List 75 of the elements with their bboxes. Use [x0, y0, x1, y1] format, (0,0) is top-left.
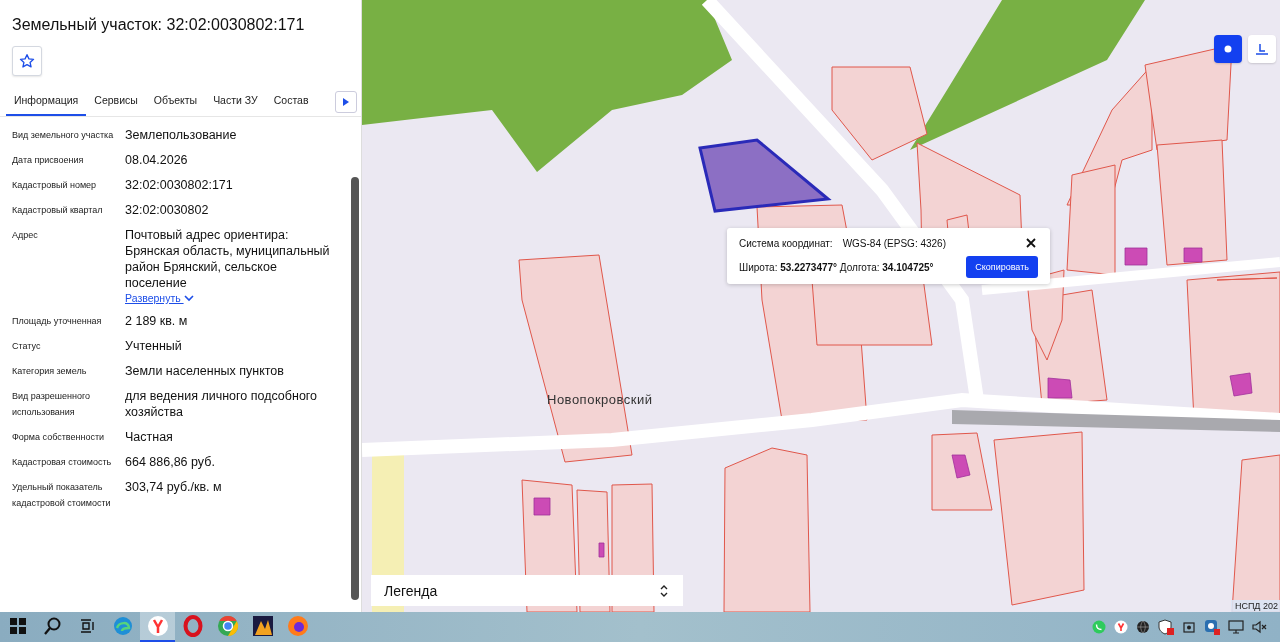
field-label: Адрес	[12, 229, 39, 242]
map-view[interactable]: Новопокровский Система координат: WGS-84 (EPSG: 4326) Широта: 53.2273477° Долгота: 34.104725° Скопировать Легенда НСПД 202	[362, 0, 1280, 612]
parcel-title: Земельный участок: 32:02:0030802:171	[12, 16, 306, 34]
tab[interactable]: Сервисы	[86, 88, 146, 116]
field-label: Удельный показатель кадастровой стоимости	[12, 481, 112, 510]
field-label: Вид разрешенного использования	[12, 390, 92, 419]
field-value: Почтовый адрес ориентира: Брянская область, муниципальный район Брянский, сельское поселение	[125, 227, 331, 291]
close-button[interactable]	[1024, 236, 1038, 250]
windows-icon	[9, 618, 26, 634]
tab[interactable]: Состав	[265, 88, 317, 116]
field-value: 664 886,86 руб.	[125, 454, 215, 470]
coordinates-text: Широта: 53.2273477° Долгота: 34.104725°	[739, 261, 934, 273]
y-logo-icon[interactable]	[1114, 620, 1128, 634]
field-value: 08.04.2026	[125, 152, 188, 168]
building	[951, 454, 971, 479]
muted-speaker-icon[interactable]	[1252, 620, 1268, 634]
field-label: Форма собственности	[12, 431, 106, 444]
scroll-tabs-button[interactable]	[335, 91, 357, 113]
yandex-taskbar-button[interactable]	[140, 612, 175, 642]
tab[interactable]: Объекты	[145, 88, 206, 116]
ring-icon	[182, 615, 203, 637]
building	[1183, 247, 1203, 263]
field-value: Учтенный	[125, 338, 182, 354]
building	[1124, 247, 1148, 266]
globe-icon[interactable]	[1136, 620, 1150, 634]
tab[interactable]: Информация	[6, 88, 87, 116]
field-label: Кадастровая стоимость	[12, 456, 113, 469]
caret-right-icon	[343, 98, 349, 106]
field-label: Площадь уточненная	[12, 315, 103, 328]
task-view-icon	[79, 618, 96, 634]
building	[598, 542, 605, 558]
chrome-icon	[216, 615, 239, 637]
camera-icon[interactable]	[1182, 620, 1196, 634]
monitor-icon[interactable]	[1228, 620, 1244, 634]
field-value: Землепользование	[125, 127, 237, 143]
field-value: Земли населенных пунктов	[125, 363, 284, 379]
chevron-down-icon	[183, 294, 194, 302]
expand-link[interactable]: Развернуть	[125, 292, 194, 304]
legend-dropdown[interactable]: Легенда	[371, 575, 683, 606]
star-icon	[19, 53, 35, 69]
locate-button[interactable]	[1214, 35, 1242, 63]
coordinate-system-label: Система координат:	[739, 237, 833, 249]
copy-button[interactable]: Скопировать	[966, 256, 1038, 278]
field-label: Вид земельного участка	[12, 129, 115, 142]
measure-button[interactable]	[1248, 35, 1276, 63]
swirl-icon	[112, 616, 133, 636]
shield-icon[interactable]	[1158, 619, 1174, 635]
app-tray-icon[interactable]	[1204, 619, 1220, 635]
search-icon	[43, 617, 62, 635]
map-attribution: НСПД 202	[1230, 600, 1280, 612]
place-label: Новопокровский	[547, 392, 653, 407]
ruler-icon	[1255, 43, 1269, 55]
sort-arrows-icon	[660, 584, 668, 597]
y-logo-icon	[146, 615, 169, 637]
field-label: Статус	[12, 340, 42, 353]
field-label: Категория земель	[12, 365, 88, 378]
dot-icon	[1223, 44, 1233, 54]
field-label: Кадастровый квартал	[12, 204, 104, 217]
firefox-icon	[286, 615, 309, 637]
coordinate-system-value: WGS-84 (EPSG: 4326)	[842, 237, 946, 249]
building	[1229, 372, 1253, 397]
field-label: Дата присвоения	[12, 154, 85, 167]
field-value: 32:02:0030802	[125, 202, 209, 218]
building	[1047, 377, 1073, 399]
favorite-button[interactable]	[12, 46, 42, 76]
field-value: 303,74 руб./кв. м	[125, 479, 222, 495]
field-label: Кадастровый номер	[12, 179, 98, 192]
media-app-icon	[251, 615, 274, 637]
field-value: 32:02:0030802:171	[125, 177, 233, 193]
field-value: 2 189 кв. м	[125, 313, 188, 329]
building	[533, 497, 551, 516]
tab[interactable]: Части ЗУ	[205, 88, 266, 116]
field-value: Частная	[125, 429, 173, 445]
selected-parcel[interactable]	[698, 138, 832, 213]
field-value: для ведения личного подсобного хозяйства	[125, 388, 319, 420]
